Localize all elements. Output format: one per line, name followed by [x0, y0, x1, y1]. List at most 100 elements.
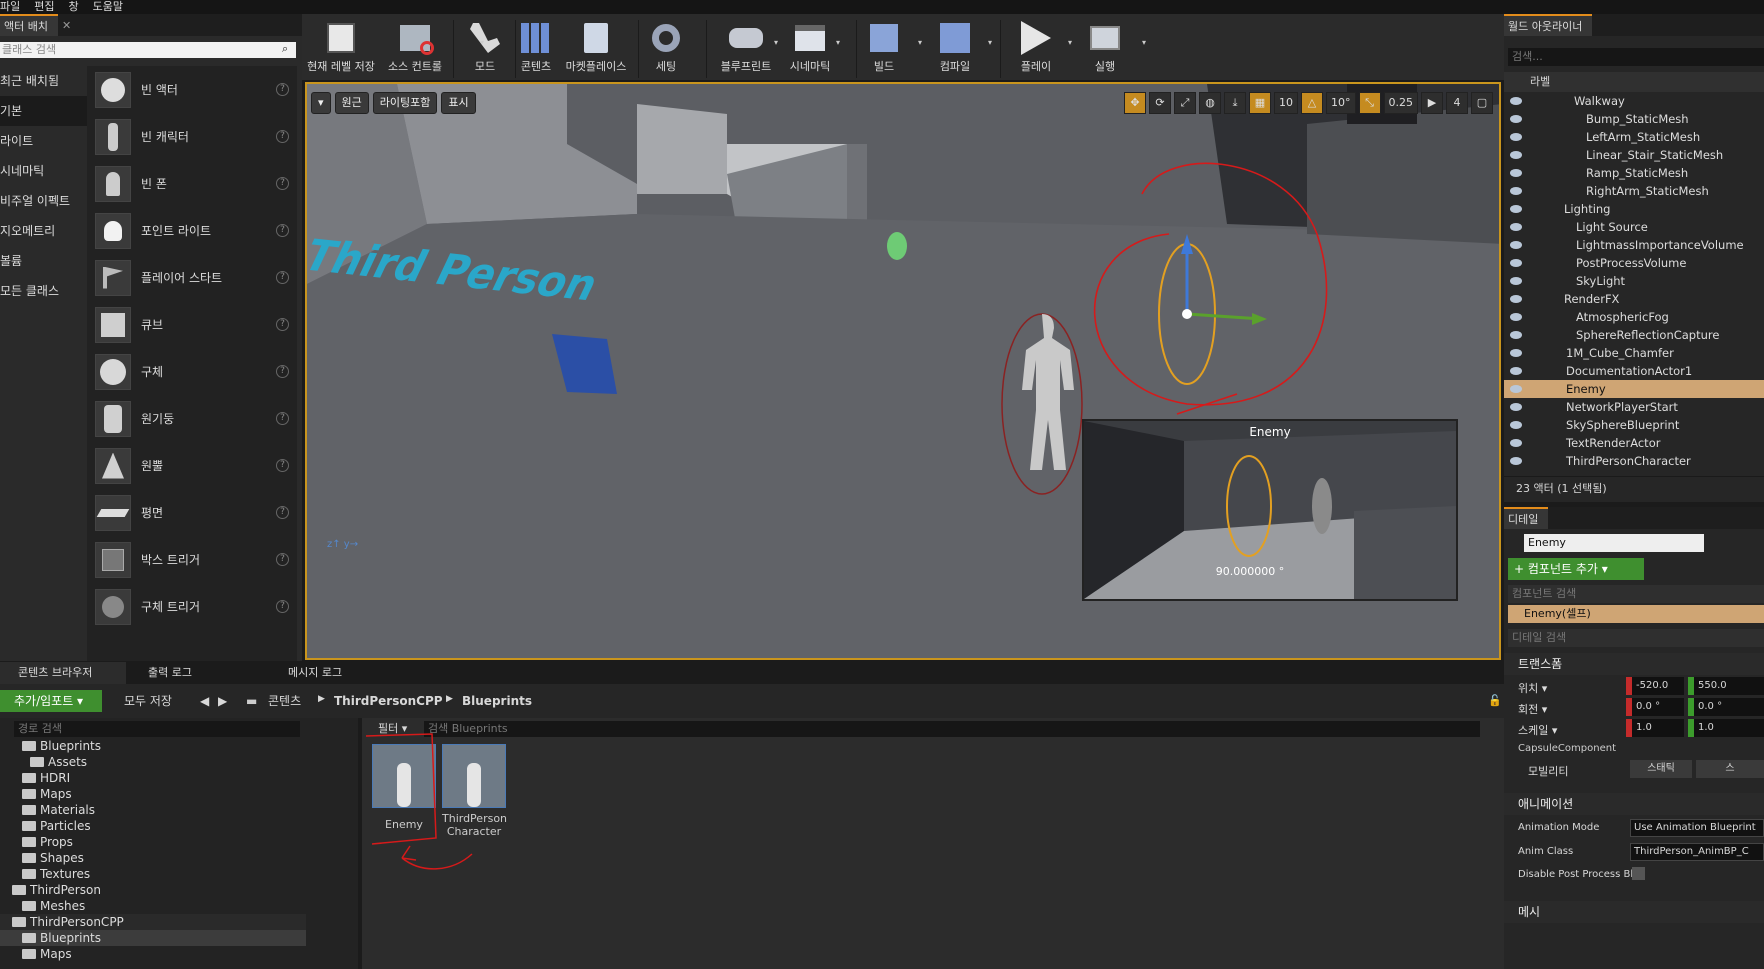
outliner-row[interactable]: LightmassImportanceVolume [1504, 236, 1764, 254]
folder-item[interactable]: Textures [0, 866, 306, 882]
dropdown-arrow-icon[interactable]: ▾ [988, 38, 992, 47]
outliner-row[interactable]: Lighting [1504, 200, 1764, 218]
place-item-cylinder[interactable]: 원기둥? [87, 395, 297, 442]
place-item-cone[interactable]: 원뿔? [87, 442, 297, 489]
scale-y-field[interactable]: 1.0 [1688, 719, 1764, 737]
category-basic[interactable]: 기본 [0, 96, 87, 126]
place-item-player-start[interactable]: 플레이어 스타트? [87, 254, 297, 301]
place-item-empty-pawn[interactable]: 빈 폰? [87, 160, 297, 207]
category-visual-effects[interactable]: 비주얼 이펙트 [0, 186, 87, 216]
scale-snap-value[interactable]: 0.25 [1383, 92, 1418, 114]
outliner-row[interactable]: NetworkPlayerStart [1504, 398, 1764, 416]
outliner-row[interactable]: SkyLight [1504, 272, 1764, 290]
breadcrumb-content[interactable]: 콘텐츠 [268, 690, 301, 712]
menu-edit[interactable]: 편집 [34, 0, 54, 14]
outliner-row[interactable]: Ramp_StaticMesh [1504, 164, 1764, 182]
play-button[interactable]: 플레이 [1004, 18, 1068, 74]
place-item-box-trigger[interactable]: 박스 트리거? [87, 536, 297, 583]
rotation-snap-value[interactable]: 10° [1326, 92, 1356, 114]
outliner-tab[interactable]: 월드 아웃라이너 [1504, 14, 1593, 36]
dropdown-arrow-icon[interactable]: ▾ [774, 38, 778, 47]
transform-header[interactable]: 트랜스폼 [1504, 653, 1764, 675]
folder-item[interactable]: Particles [0, 818, 306, 834]
folder-item[interactable]: Materials [0, 802, 306, 818]
scale-tool-icon[interactable]: ⤢ [1174, 92, 1196, 114]
folder-item[interactable]: Shapes [0, 850, 306, 866]
folder-item[interactable]: ThirdPerson [0, 882, 306, 898]
folder-item[interactable]: ThirdPersonCPP [0, 914, 306, 930]
camera-speed-icon[interactable]: ▶ [1421, 92, 1443, 114]
category-cinematic[interactable]: 시네마틱 [0, 156, 87, 186]
marketplace-button[interactable]: 마켓플레이스 [560, 18, 632, 74]
outliner-search-input[interactable]: 검색... [1508, 48, 1764, 66]
surface-snap-icon[interactable]: ⤓ [1224, 92, 1246, 114]
category-recent[interactable]: 최근 배치됨 [0, 66, 87, 96]
modes-button[interactable]: 모드 [458, 18, 512, 74]
asset-enemy[interactable]: Enemy [372, 744, 436, 831]
rotation-label[interactable]: 회전 ▾ [1518, 701, 1547, 717]
close-icon[interactable]: ✕ [62, 19, 71, 32]
show-button[interactable]: 표시 [441, 92, 476, 114]
disable-post-process-checkbox[interactable] [1632, 867, 1645, 880]
visibility-eye-icon[interactable] [1510, 457, 1522, 465]
visibility-eye-icon[interactable] [1510, 151, 1522, 159]
visibility-eye-icon[interactable] [1510, 259, 1522, 267]
mobility-static-button[interactable]: 스태틱 [1630, 760, 1692, 778]
place-item-empty-actor[interactable]: 빈 액터? [87, 66, 297, 113]
category-volumes[interactable]: 볼륨 [0, 246, 87, 276]
rotation-x-field[interactable]: 0.0 ° [1626, 698, 1684, 716]
visibility-eye-icon[interactable] [1510, 421, 1522, 429]
location-x-field[interactable]: -520.0 [1626, 677, 1684, 695]
outliner-row[interactable]: LeftArm_StaticMesh [1504, 128, 1764, 146]
add-component-button[interactable]: + 컴포넌트 추가 ▾ [1508, 558, 1644, 580]
visibility-eye-icon[interactable] [1510, 313, 1522, 321]
outliner-row[interactable]: Linear_Stair_StaticMesh [1504, 146, 1764, 164]
place-item-plane[interactable]: 평면? [87, 489, 297, 536]
tab-content-browser[interactable]: 콘텐츠 브라우저 [0, 662, 126, 684]
menu-file[interactable]: 파일 [0, 0, 20, 14]
scale-x-field[interactable]: 1.0 [1626, 719, 1684, 737]
tab-output-log[interactable]: 출력 로그 [130, 662, 192, 684]
place-item-point-light[interactable]: 포인트 라이트? [87, 207, 297, 254]
mesh-header[interactable]: 메시 [1504, 901, 1764, 923]
grid-snap-icon[interactable]: ▦ [1249, 92, 1271, 114]
category-all-classes[interactable]: 모든 클래스 [0, 276, 87, 306]
rotation-snap-icon[interactable]: △ [1301, 92, 1323, 114]
outliner-row[interactable]: ThirdPersonCharacter [1504, 452, 1764, 470]
outliner-row[interactable]: SkySphereBlueprint [1504, 416, 1764, 434]
visibility-eye-icon[interactable] [1510, 403, 1522, 411]
maximize-icon[interactable]: ▢ [1471, 92, 1493, 114]
blueprints-button[interactable]: 블루프린트 [710, 18, 782, 74]
visibility-eye-icon[interactable] [1510, 295, 1522, 303]
details-search-input[interactable]: 디테일 검색 [1508, 629, 1764, 647]
folder-item[interactable]: Maps [0, 786, 306, 802]
outliner-row[interactable]: TextRenderActor [1504, 434, 1764, 452]
help-icon[interactable]: ? [276, 506, 289, 519]
place-item-sphere-trigger[interactable]: 구체 트리거? [87, 583, 297, 630]
visibility-eye-icon[interactable] [1510, 385, 1522, 393]
scale-label[interactable]: 스케일 ▾ [1518, 722, 1557, 738]
visibility-eye-icon[interactable] [1510, 115, 1522, 123]
tab-message-log[interactable]: 메시지 로그 [270, 662, 342, 684]
perspective-button[interactable]: 원근 [334, 92, 369, 114]
outliner-row[interactable]: RenderFX [1504, 290, 1764, 308]
folder-item[interactable]: Meshes [0, 898, 306, 914]
forward-arrow-icon[interactable]: ▶ [218, 694, 227, 708]
folder-item[interactable]: Assets [0, 754, 306, 770]
outliner-row-selected[interactable]: Enemy [1504, 380, 1764, 398]
place-tab[interactable]: 액터 배치 [0, 14, 58, 36]
content-button[interactable]: 콘텐츠 [512, 18, 560, 74]
visibility-eye-icon[interactable] [1510, 331, 1522, 339]
outliner-row[interactable]: Bump_StaticMesh [1504, 110, 1764, 128]
help-icon[interactable]: ? [276, 365, 289, 378]
help-icon[interactable]: ? [276, 318, 289, 331]
folder-item[interactable]: HDRI [0, 770, 306, 786]
world-space-icon[interactable]: ◍ [1199, 92, 1221, 114]
mobility-movable-button[interactable]: 스 [1696, 760, 1764, 778]
category-geometry[interactable]: 지오메트리 [0, 216, 87, 246]
grid-snap-value[interactable]: 10 [1274, 92, 1298, 114]
path-search-input[interactable]: 경로 검색 [14, 721, 300, 737]
outliner-row[interactable]: AtmosphericFog [1504, 308, 1764, 326]
compile-button[interactable]: 컴파일 [922, 18, 988, 74]
outliner-column-label[interactable]: 라벨 [1504, 72, 1764, 92]
